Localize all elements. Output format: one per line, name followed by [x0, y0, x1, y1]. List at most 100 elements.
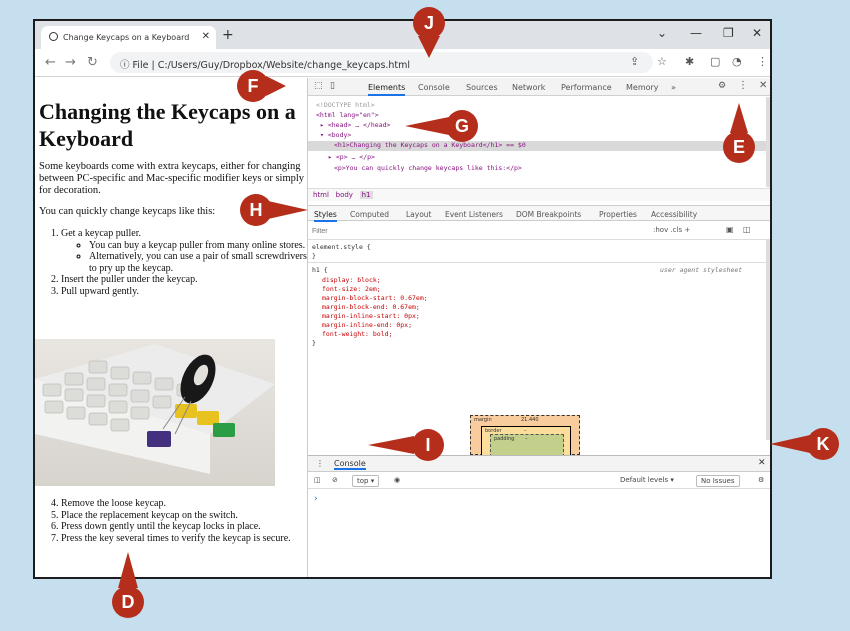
device-toolbar-icon[interactable]: ▯ [330, 81, 335, 91]
tab-layout[interactable]: Layout [406, 210, 432, 219]
tab-styles[interactable]: Styles [314, 210, 337, 222]
drawer-menu-icon[interactable]: ⋮ [316, 459, 324, 468]
crumb-html[interactable]: html [313, 191, 329, 199]
profile-icon[interactable]: ◔ [732, 55, 742, 68]
styles-scrollbar[interactable] [766, 240, 770, 440]
tab-memory[interactable]: Memory [626, 83, 659, 92]
tab-sources[interactable]: Sources [466, 83, 498, 92]
clear-console-icon[interactable]: ⊘ [332, 476, 338, 484]
p-node[interactable]: ▸ <p> … </p> [328, 153, 375, 161]
tab-computed[interactable]: Computed [350, 210, 389, 219]
filter-input[interactable] [312, 225, 632, 237]
new-tab-button[interactable]: + [222, 27, 234, 43]
callout-j: J [413, 7, 445, 39]
minimize-icon[interactable]: — [690, 26, 702, 40]
tab-performance[interactable]: Performance [561, 83, 612, 92]
console-sidebar-icon[interactable]: ◫ [314, 476, 321, 484]
p-node-2[interactable]: <p>You can quickly change keycaps like t… [334, 164, 522, 172]
url-prefix: File [132, 60, 149, 71]
callout-h: H [240, 194, 272, 226]
inspect-element-icon[interactable]: ⬚ [314, 81, 323, 91]
steps-list: Get a keycap puller. You can buy a keyca… [39, 228, 307, 298]
css-property[interactable]: margin-inline-start: 0px; [322, 312, 420, 320]
css-property[interactable]: display: block; [322, 276, 381, 284]
body-node[interactable]: ▾ <body> [320, 131, 351, 139]
extensions-icon[interactable]: ✱ [685, 55, 694, 68]
doctype-line[interactable]: <!DOCTYPE html> [316, 101, 375, 109]
h1-node-selected[interactable]: <h1>Changing the Keycaps on a Keyboard</… [308, 141, 770, 151]
reload-icon[interactable]: ↻ [87, 55, 98, 70]
restore-icon[interactable]: ❐ [723, 26, 734, 40]
steps-list-continued: Remove the loose keycap. Place the repla… [39, 498, 307, 544]
tab-dom-breakpoints[interactable]: DOM Breakpoints [516, 210, 581, 219]
keyboard-photo [35, 339, 275, 486]
close-window-icon[interactable]: ✕ [752, 26, 762, 40]
tab-search-icon[interactable]: ⌄ [657, 26, 667, 40]
css-property[interactable]: font-weight: bold; [322, 330, 392, 338]
substeps-list: You can buy a keycap puller from many on… [61, 240, 307, 275]
back-icon[interactable]: ← [45, 55, 56, 70]
console-settings-icon[interactable]: ⚙ [758, 476, 764, 484]
close-drawer-icon[interactable]: ✕ [758, 458, 766, 468]
close-tab-icon[interactable]: ✕ [202, 31, 210, 42]
drawer-tab-console[interactable]: Console [334, 459, 366, 470]
element-style-rule[interactable]: element.style { [312, 243, 371, 251]
drawer-tab-bar: ⋮ Console ✕ [308, 456, 770, 472]
close-devtools-icon[interactable]: ✕ [759, 80, 767, 91]
color-palette-icon[interactable]: ▣ [726, 225, 734, 234]
crumb-h1[interactable]: h1 [359, 191, 373, 199]
h1-rule-selector[interactable]: h1 { [312, 266, 328, 274]
url-text: C:/Users/Guy/Dropbox/Website/change_keyc… [157, 60, 411, 71]
css-property[interactable]: margin-inline-end: 0px; [322, 321, 412, 329]
address-bar-row: ← → ↻ ⓘ File | C:/Users/Guy/Dropbox/Webs… [35, 49, 770, 77]
tab-network[interactable]: Network [512, 83, 545, 92]
css-property[interactable]: font-size: 2em; [322, 285, 381, 293]
url-bar[interactable]: ⓘ File | C:/Users/Guy/Dropbox/Website/ch… [110, 52, 653, 73]
issues-button[interactable]: No Issues [696, 475, 740, 487]
tab-properties[interactable]: Properties [599, 210, 637, 219]
box-padding: padding – [490, 434, 564, 457]
crumb-body[interactable]: body [336, 191, 353, 199]
customize-menu-icon[interactable]: ⋮ [738, 80, 748, 91]
page-title: Changing the Keycaps on a Keyboard [39, 99, 296, 151]
css-property[interactable]: margin-block-end: 0.67em; [322, 303, 420, 311]
menu-icon[interactable]: ⋮ [757, 55, 768, 68]
list-item: Press the key several times to verify th… [61, 533, 307, 545]
callout-e-pointer [730, 103, 748, 133]
eye-icon[interactable]: ◉ [394, 476, 400, 484]
more-tabs-icon[interactable]: » [671, 83, 676, 92]
page-content: Changing the Keycaps on a Keyboard Some … [35, 78, 307, 577]
tab-accessibility[interactable]: Accessibility [651, 210, 697, 219]
devtools-tab-bar: ⬚ ▯ Elements Console Sources Network Per… [308, 78, 770, 96]
callout-i-pointer [368, 436, 414, 454]
elements-scrollbar[interactable] [766, 97, 770, 187]
console-drawer: ⋮ Console ✕ ◫ ⊘ top ▾ ◉ Default levels ▾… [308, 455, 770, 577]
tab-elements[interactable]: Elements [368, 83, 406, 96]
console-prompt[interactable]: › [314, 494, 318, 504]
html-node[interactable]: <html lang="en"> [316, 111, 379, 119]
share-icon[interactable]: ⇪ [630, 55, 639, 68]
margin-label: margin [474, 417, 492, 423]
browser-window: Change Keycaps on a Keyboard ✕ + ⌄ — ❐ ✕… [33, 19, 772, 579]
callout-d: D [112, 586, 144, 618]
filter-tools[interactable]: :hov .cls + [653, 226, 690, 234]
tab-event-listeners[interactable]: Event Listeners [445, 210, 503, 219]
log-levels-select[interactable]: Default levels ▾ [620, 476, 674, 484]
settings-gear-icon[interactable]: ⚙ [718, 81, 726, 91]
forward-icon[interactable]: → [65, 55, 76, 70]
head-node[interactable]: ▸ <head> … </head> [320, 121, 390, 129]
list-item: You can buy a keycap puller from many on… [89, 240, 307, 252]
tab-console[interactable]: Console [418, 83, 450, 92]
context-select[interactable]: top ▾ [352, 475, 380, 487]
sidebar-icon[interactable]: ▢ [710, 55, 720, 68]
css-property[interactable]: margin-block-start: 0.67em; [322, 294, 428, 302]
user-agent-label: user agent stylesheet [660, 266, 743, 274]
bookmark-star-icon[interactable]: ☆ [657, 55, 667, 68]
callout-k: K [807, 428, 839, 460]
sidebar-toggle-icon[interactable]: ◫ [743, 225, 751, 234]
padding-value: – [525, 436, 528, 442]
close-brace: } [312, 339, 316, 347]
browser-tab[interactable]: Change Keycaps on a Keyboard ✕ [41, 26, 216, 49]
margin-value: 21.440 [521, 417, 539, 423]
list-item: Get a keycap puller. You can buy a keyca… [61, 228, 307, 274]
